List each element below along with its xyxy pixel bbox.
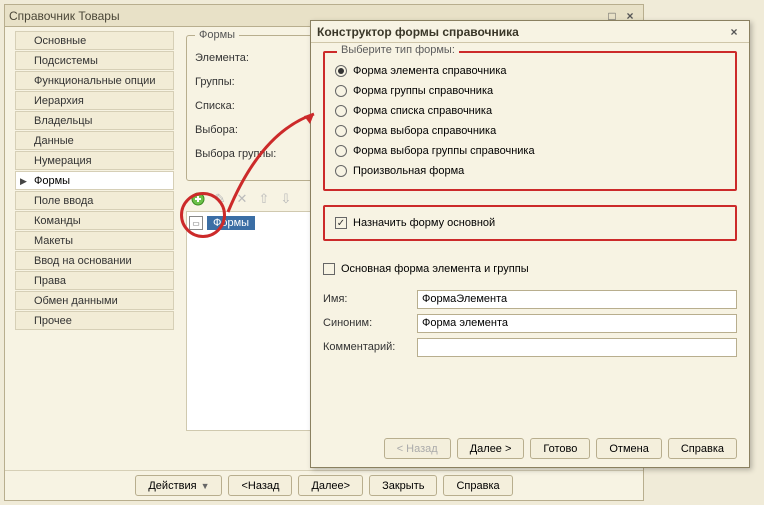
list-item-label: Формы: [207, 216, 255, 230]
sidebar-item-rights[interactable]: Права: [15, 271, 174, 290]
dialog-titlebar: Конструктор формы справочника ×: [311, 21, 749, 43]
dlg-back-button[interactable]: < Назад: [384, 438, 451, 459]
forms-legend: Формы: [195, 29, 239, 41]
actions-button[interactable]: Действия▼: [135, 475, 222, 496]
radio-choice-form[interactable]: Форма выбора справочника: [335, 121, 725, 141]
radio-list-form[interactable]: Форма списка справочника: [335, 101, 725, 121]
radio-custom-form[interactable]: Произвольная форма: [335, 161, 725, 181]
sidebar-item-main[interactable]: Основные: [15, 31, 174, 50]
comment-label: Комментарий:: [323, 341, 413, 353]
bottom-bar: Действия▼ <Назад Далее> Закрыть Справка: [5, 470, 643, 500]
dlg-help-button[interactable]: Справка: [668, 438, 737, 459]
radio-icon: [335, 165, 347, 177]
label-choice: Выбора:: [195, 124, 291, 136]
help-button[interactable]: Справка: [443, 475, 512, 496]
dlg-done-button[interactable]: Готово: [530, 438, 590, 459]
sidebar-item-forms[interactable]: Формы: [15, 171, 174, 190]
radio-icon: [335, 85, 347, 97]
sidebar-item-input-on-basis[interactable]: Ввод на основании: [15, 251, 174, 270]
close-button[interactable]: Закрыть: [369, 475, 437, 496]
sidebar-item-functional-options[interactable]: Функциональные опции: [15, 71, 174, 90]
radio-choice-group-form[interactable]: Форма выбора группы справочника: [335, 141, 725, 161]
radio-group-form[interactable]: Форма группы справочника: [335, 81, 725, 101]
radio-element-form[interactable]: Форма элемента справочника: [335, 61, 725, 81]
add-icon[interactable]: [190, 191, 206, 207]
next-button[interactable]: Далее>: [298, 475, 363, 496]
main-form-checkbox[interactable]: Основная форма элемента и группы: [323, 259, 737, 279]
sidebar-item-hierarchy[interactable]: Иерархия: [15, 91, 174, 110]
synonym-input[interactable]: [417, 314, 737, 333]
delete-icon[interactable]: ✕: [234, 191, 250, 207]
sidebar: Основные Подсистемы Функциональные опции…: [5, 27, 178, 470]
radio-icon: [335, 145, 347, 157]
sidebar-item-owners[interactable]: Владельцы: [15, 111, 174, 130]
assign-main-group: Назначить форму основной: [323, 205, 737, 241]
label-choice-group: Выбора группы:: [195, 148, 291, 160]
radio-icon: [335, 65, 347, 77]
dlg-next-button[interactable]: Далее >: [457, 438, 525, 459]
synonym-label: Синоним:: [323, 317, 413, 329]
edit-icon[interactable]: ✎: [212, 191, 228, 207]
sidebar-item-exchange[interactable]: Обмен данными: [15, 291, 174, 310]
back-button[interactable]: <Назад: [228, 475, 292, 496]
dialog-footer: < Назад Далее > Готово Отмена Справка: [311, 438, 749, 459]
sidebar-item-subsystems[interactable]: Подсистемы: [15, 51, 174, 70]
form-type-group: Выберите тип формы: Форма элемента справ…: [323, 51, 737, 191]
window-title: Справочник Товары: [9, 9, 120, 23]
dlg-cancel-button[interactable]: Отмена: [596, 438, 661, 459]
dialog-title: Конструктор формы справочника: [317, 25, 519, 39]
name-input[interactable]: [417, 290, 737, 309]
radio-icon: [335, 105, 347, 117]
label-group: Группы:: [195, 76, 291, 88]
label-list: Списка:: [195, 100, 291, 112]
radio-icon: [335, 125, 347, 137]
form-type-legend: Выберите тип формы:: [337, 44, 459, 56]
form-constructor-dialog: Конструктор формы справочника × Выберите…: [310, 20, 750, 468]
dialog-close-icon[interactable]: ×: [725, 23, 743, 41]
sidebar-item-other[interactable]: Прочее: [15, 311, 174, 330]
comment-input[interactable]: [417, 338, 737, 357]
sidebar-item-input-field[interactable]: Поле ввода: [15, 191, 174, 210]
form-icon: ▭: [189, 216, 203, 230]
assign-main-checkbox[interactable]: Назначить форму основной: [335, 213, 725, 233]
checkbox-icon: [335, 217, 347, 229]
move-down-icon[interactable]: ⇩: [278, 191, 294, 207]
label-element: Элемента:: [195, 52, 291, 64]
move-up-icon[interactable]: ⇧: [256, 191, 272, 207]
sidebar-item-numbering[interactable]: Нумерация: [15, 151, 174, 170]
sidebar-item-templates[interactable]: Макеты: [15, 231, 174, 250]
sidebar-item-commands[interactable]: Команды: [15, 211, 174, 230]
sidebar-item-data[interactable]: Данные: [15, 131, 174, 150]
checkbox-icon: [323, 263, 335, 275]
name-label: Имя:: [323, 293, 413, 305]
